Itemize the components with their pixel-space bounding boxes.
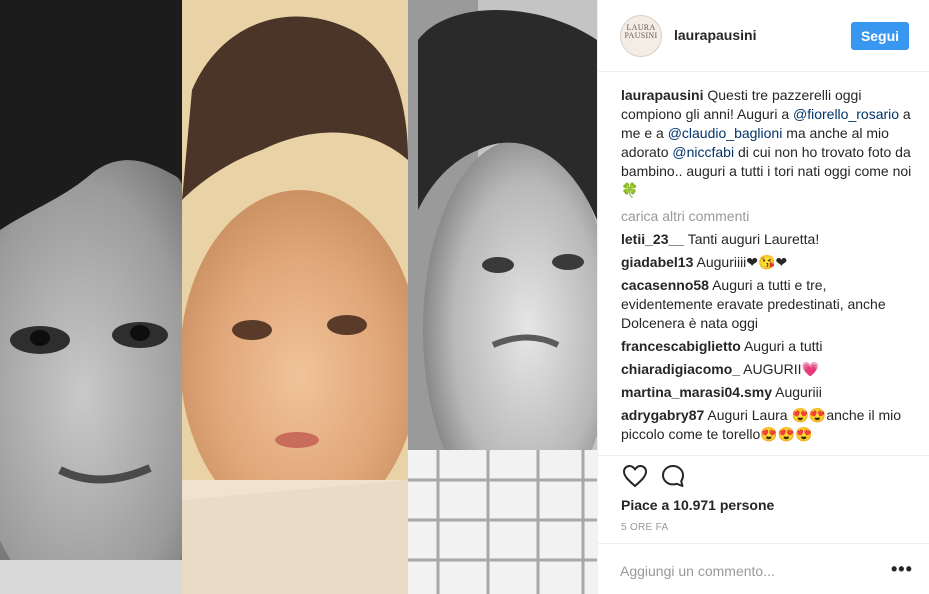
more-options-icon[interactable]: ••• <box>891 560 913 578</box>
comment-item: martina_marasi04.smy Auguriii <box>621 383 913 402</box>
comment-username[interactable]: chiaradigiacomo_ <box>621 361 740 377</box>
follow-button[interactable]: Segui <box>851 22 909 50</box>
mention-link[interactable]: @fiorello_rosario <box>793 106 899 122</box>
comment-text: Auguriiii❤😘❤ <box>693 254 788 270</box>
add-comment-input[interactable] <box>620 560 870 582</box>
avatar-logo-text: LAURA PAUSINI <box>624 23 658 40</box>
comments-list[interactable]: laurapausini Questi tre pazzerelli oggi … <box>621 86 913 456</box>
post-timestamp[interactable]: 5 ORE FA <box>621 522 668 533</box>
comment-username[interactable]: francescabiglietto <box>621 338 741 354</box>
add-comment-divider <box>598 543 929 544</box>
post-photo[interactable] <box>0 0 597 594</box>
post-caption: laurapausini Questi tre pazzerelli oggi … <box>621 86 913 200</box>
comment-icon[interactable] <box>661 464 685 488</box>
comment-username[interactable]: cacasenno58 <box>621 277 709 293</box>
comment-text: Tanti auguri Lauretta! <box>684 231 820 247</box>
comment-item: francescabiglietto Auguri a tutti <box>621 337 913 356</box>
comment-username[interactable]: letii_23__ <box>621 231 684 247</box>
photo-strip-left <box>0 0 182 594</box>
photo-strip-middle <box>182 0 408 594</box>
comment-text: Auguri a tutti <box>740 338 823 354</box>
caption-username[interactable]: laurapausini <box>621 87 703 103</box>
actions-divider <box>598 455 929 456</box>
comment-item: cacasenno58 Auguri a tutti e tre, eviden… <box>621 276 913 333</box>
mention-link[interactable]: @niccfabi <box>672 144 734 160</box>
comment-username[interactable]: giadabel13 <box>621 254 693 270</box>
comment-item: letii_23__ Tanti auguri Lauretta! <box>621 230 913 249</box>
avatar[interactable]: LAURA PAUSINI <box>620 15 662 57</box>
photo-strip-right <box>408 0 597 594</box>
comment-text: Auguriii <box>772 384 822 400</box>
comment-item: adrygabry87 Auguri Laura 😍😍anche il mio … <box>621 406 913 444</box>
comment-item: giadabel13 Auguriiii❤😘❤ <box>621 253 913 272</box>
heart-icon[interactable] <box>622 464 648 488</box>
post-sidebar: LAURA PAUSINI laurapausini Segui laurapa… <box>597 0 929 594</box>
likes-count[interactable]: Piace a 10.971 persone <box>621 497 774 513</box>
post-header: LAURA PAUSINI laurapausini Segui <box>598 0 929 72</box>
load-more-comments[interactable]: carica altri commenti <box>621 207 913 226</box>
comment-text: AUGURII💗 <box>740 361 819 377</box>
header-username[interactable]: laurapausini <box>674 27 756 43</box>
comment-username[interactable]: adrygabry87 <box>621 407 704 423</box>
mention-link[interactable]: @claudio_baglioni <box>668 125 783 141</box>
comment-username[interactable]: martina_marasi04.smy <box>621 384 772 400</box>
comment-item: chiaradigiacomo_ AUGURII💗 <box>621 360 913 379</box>
